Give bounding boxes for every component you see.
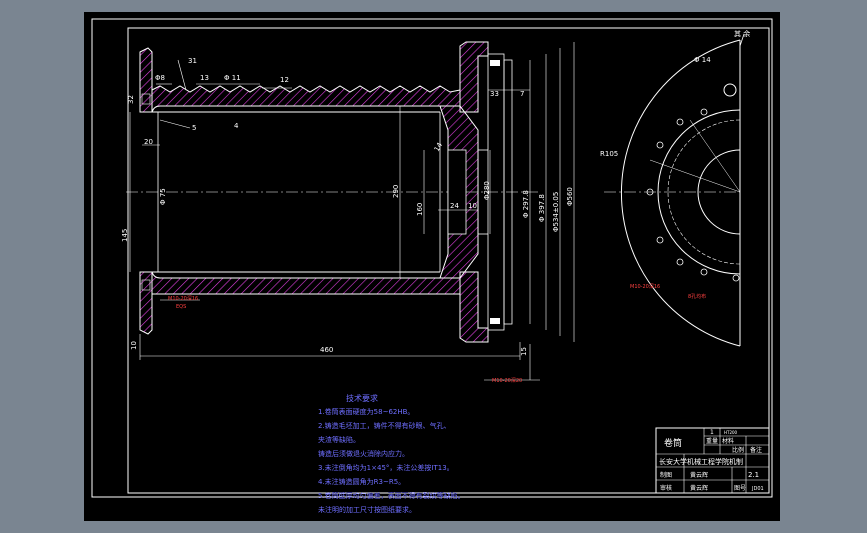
thread-right: M10-20深16 <box>630 283 660 290</box>
dim-14: 14 <box>433 141 445 153</box>
dim-32: 32 <box>127 95 135 104</box>
notes-line-5: 3.未注倒角均为1×45°，未注公差按IT13。 <box>318 463 454 472</box>
dim-phi11: Φ 11 <box>224 74 241 82</box>
dim-24: 24 <box>450 202 459 210</box>
dim-160: 160 <box>416 203 424 216</box>
dim-phi14: Φ 14 <box>694 56 711 64</box>
dim-10b: 10 <box>130 341 138 350</box>
notes-line-4: 铸造后须做退火消除内应力。 <box>318 449 409 458</box>
dim-31: 31 <box>188 57 197 65</box>
dim-460: 460 <box>320 346 333 354</box>
notes-title: 技术要求 <box>346 393 378 403</box>
end-view: R105 Φ 14 M10-20深16 8孔均布 其 余 <box>600 29 750 347</box>
dim-phi560: Φ560 <box>566 187 574 206</box>
tb-drawing-no-label: 图号 <box>734 485 746 492</box>
notes-line-3: 夹渣等缺陷。 <box>318 435 360 444</box>
notes-line-6: 4.未注铸造圆角为R3~R5。 <box>318 477 405 486</box>
tb-drawn-name: 黄云辉 <box>690 471 708 479</box>
dim-phi397: Φ 397.8 <box>538 194 546 222</box>
dim-145: 145 <box>121 229 129 242</box>
thread-left: M10-20深16 <box>168 295 198 302</box>
dim-290: 290 <box>392 185 400 198</box>
dim-13: 13 <box>200 74 209 82</box>
tb-drawn-label: 制图 <box>660 471 672 479</box>
thread-right-2: 8孔均布 <box>688 293 706 300</box>
outer-arc <box>620 39 741 347</box>
title-block: 卷筒 1 HT200 重量 材料 比例 备注 长安大学机械工程学院机制 制图 黄… <box>655 427 770 494</box>
dim-phi280: Φ280 <box>483 181 491 200</box>
tb-school: 长安大学机械工程学院机制 <box>659 457 743 466</box>
roughness-mark: 其 余 <box>734 29 750 38</box>
dim-7: 7 <box>520 90 524 98</box>
tb-check-label: 审核 <box>660 484 672 492</box>
dim-33: 33 <box>490 90 499 98</box>
dim-4: 4 <box>234 122 239 130</box>
tb-part-name: 卷筒 <box>664 437 682 449</box>
tb-checker: 黄云辉 <box>690 484 708 492</box>
thread-bottom: M10-20深20 <box>492 377 522 384</box>
tb-remark: 备注 <box>750 446 762 454</box>
dim-phi75: Φ 75 <box>159 188 167 205</box>
tb-weight-label: 重量 <box>706 437 718 445</box>
drawing-sheet: Φ8 31 13 Φ 11 12 33 7 32 5 4 20 Φ 75 145… <box>84 12 780 521</box>
tb-material-label: 材料 <box>722 437 734 445</box>
hub-bore <box>447 149 467 235</box>
dim-15: 15 <box>520 347 528 356</box>
dim-phi8: Φ8 <box>155 74 165 82</box>
tb-drawing-no: JD01 <box>751 486 764 492</box>
cad-drawing: Φ8 31 13 Φ 11 12 33 7 32 5 4 20 Φ 75 145… <box>91 18 773 514</box>
dim-10: 10 <box>468 202 477 210</box>
notes-line-2: 2.铸造毛坯加工，铸件不得有砂眼、气孔、 <box>318 421 451 430</box>
drum-wall-top <box>151 85 461 113</box>
right-flange-bottom <box>459 271 489 343</box>
notes-line-8: 未注明的加工尺寸按图纸要求。 <box>318 505 416 514</box>
tb-scale-value: 2.1 <box>748 471 759 479</box>
tb-qty: 1 <box>710 429 714 436</box>
notes-line-1: 1.卷筒表面硬度为58~62HB。 <box>318 407 414 416</box>
tb-scale-label: 比例 <box>732 446 744 454</box>
dim-12: 12 <box>280 76 289 84</box>
dim-phi297: Φ 297.8 <box>522 190 530 218</box>
dim-phi534: Φ534±0.05 <box>552 192 560 232</box>
dim-20: 20 <box>144 138 153 146</box>
tb-material: HT200 <box>724 430 738 435</box>
thread-left-2: EQS <box>176 304 186 310</box>
notes-line-7: 5.卷筒壁厚均匀偏差，表面不得有裂纹等缺陷。 <box>318 491 465 500</box>
technical-notes: 技术要求 1.卷筒表面硬度为58~62HB。 2.铸造毛坯加工，铸件不得有砂眼、… <box>318 393 465 514</box>
right-flange-top <box>459 41 489 113</box>
drum-wall-bottom <box>151 271 461 295</box>
dim-r105: R105 <box>600 150 618 158</box>
dim-5: 5 <box>192 124 196 132</box>
